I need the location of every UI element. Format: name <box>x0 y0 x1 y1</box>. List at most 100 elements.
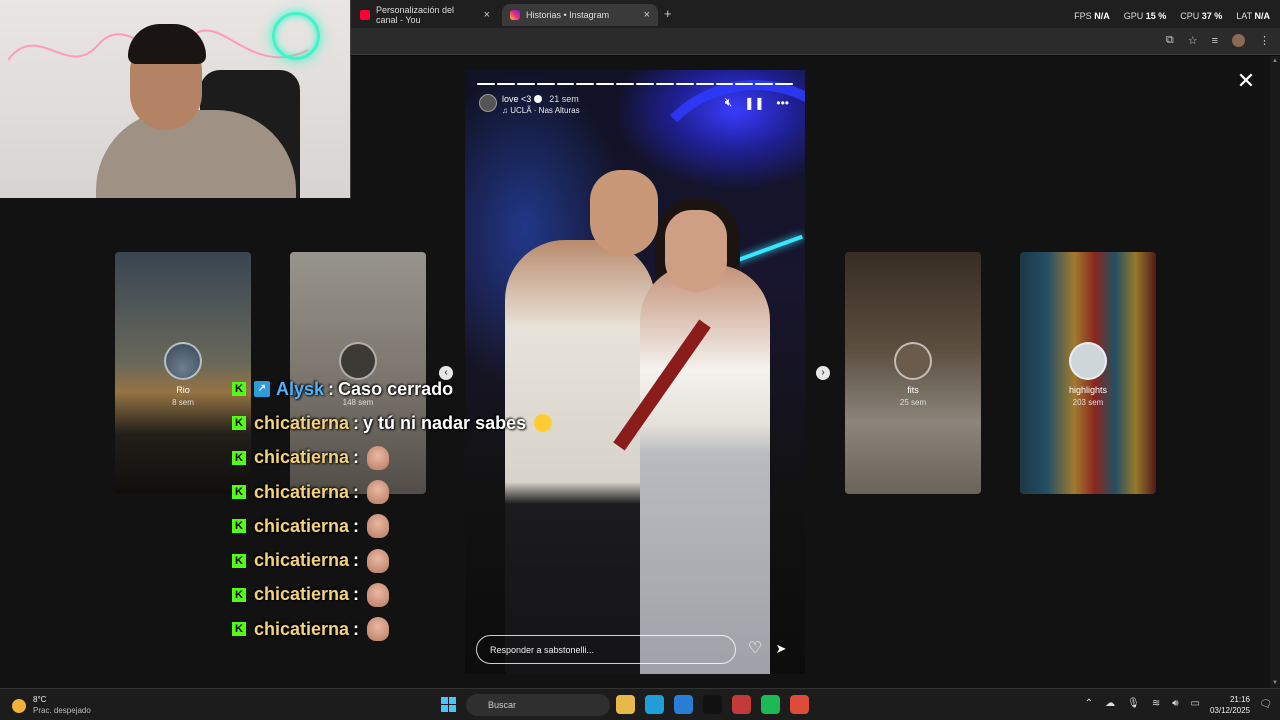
kick-logo-icon: K <box>232 587 246 602</box>
wifi-icon[interactable]: ≋ <box>1152 698 1160 709</box>
mute-icon[interactable]: 🔇︎ <box>725 95 733 110</box>
menu-kebab-icon[interactable]: ⋮ <box>1259 34 1270 47</box>
chat-separator: : <box>353 481 360 502</box>
gpu-stat: GPU 15 % <box>1123 11 1167 21</box>
music-icon: ♫ <box>502 106 511 115</box>
microphone-icon[interactable]: 🎙︎ <box>1127 698 1140 709</box>
chat-text: y tú ni nadar sabes <box>363 412 527 433</box>
scroll-down-icon[interactable]: ▼ <box>1272 680 1278 686</box>
bookmark-star-icon[interactable]: ☆ <box>1188 34 1198 47</box>
preview-name: Rio <box>176 385 190 395</box>
cloud-icon[interactable]: ☁ <box>1105 698 1115 709</box>
chat-username: chicatierna <box>254 481 350 502</box>
page-scrollbar[interactable]: ▲ ▼ <box>1270 56 1280 688</box>
next-story-button[interactable]: › <box>816 366 830 380</box>
close-tab-icon[interactable]: × <box>644 9 650 21</box>
close-tab-icon[interactable]: × <box>484 9 490 21</box>
chat-separator: : <box>353 550 360 571</box>
store-icon[interactable] <box>674 695 693 714</box>
story-controls: 🔇︎ ❚❚ ••• <box>725 95 789 110</box>
weather-temp: 8°C <box>33 695 47 704</box>
story-preview-rio[interactable]: Rio 8 sem <box>115 252 251 494</box>
yahoo-icon[interactable] <box>703 695 722 714</box>
file-explorer-icon[interactable] <box>616 695 635 714</box>
taskbar-search-input[interactable] <box>466 694 610 716</box>
chat-message: Kchicatierna: <box>232 509 552 543</box>
chrome-icon[interactable] <box>790 695 809 714</box>
face-emote-icon <box>367 582 390 607</box>
install-app-icon[interactable]: ⧉ <box>1166 34 1174 47</box>
more-options-icon[interactable]: ••• <box>776 96 789 110</box>
chat-separator: : <box>353 447 360 468</box>
preview-time: 203 sem <box>1072 398 1104 407</box>
story-username[interactable]: love <3 <box>502 94 531 104</box>
chat-username: chicatierna <box>254 550 350 571</box>
performance-overlay: FPS N/A GPU 15 % CPU 37 % LAT N/A <box>1074 11 1270 21</box>
notifications-icon[interactable]: 🗨︎ <box>1259 699 1272 710</box>
battery-icon[interactable]: ▭ <box>1191 698 1200 709</box>
progress-segment <box>556 83 575 85</box>
tab-instagram[interactable]: Historias • Instagram × <box>502 4 658 26</box>
chat-separator: : <box>328 378 335 399</box>
progress-segment <box>755 83 774 85</box>
story-photo-person <box>590 170 658 256</box>
new-tab-button[interactable]: + <box>664 6 672 21</box>
chat-message: Kchicatierna: <box>232 578 552 612</box>
progress-segment <box>775 83 793 85</box>
kick-logo-icon: K <box>232 485 246 500</box>
app-icon[interactable] <box>732 695 751 714</box>
taskbar-clock[interactable]: 21:16 03/12/2025 <box>1210 694 1250 716</box>
tab-title: Historias • Instagram <box>526 10 610 20</box>
chat-username: chicatierna <box>254 447 350 468</box>
preview-avatar <box>1069 342 1107 380</box>
face-emote-icon <box>367 617 390 642</box>
face-emote-icon <box>367 548 390 573</box>
face-emote-icon <box>367 514 390 539</box>
chat-message: Kchicatierna: <box>232 543 552 577</box>
neon-smiley-icon <box>272 12 320 60</box>
chat-text: Caso cerrado <box>338 378 454 399</box>
stream-chat-overlay: K ↗ Alysk: Caso cerrado Kchicatierna: y tú ni… <box>232 372 553 646</box>
preview-time: 25 sem <box>899 398 927 407</box>
screen: Personalización del canal - You × Histor… <box>0 0 1280 720</box>
story-preview-highlights[interactable]: highlights 203 sem <box>1020 252 1156 494</box>
volume-icon[interactable]: 🔊︎ <box>1172 698 1178 709</box>
clock-time: 21:16 <box>1229 695 1250 704</box>
preview-avatar <box>894 342 932 380</box>
pause-icon[interactable]: ❚❚ <box>744 96 764 110</box>
tab-youtube[interactable]: Personalización del canal - You × <box>352 4 498 26</box>
tool-badge-icon: ↗ <box>254 381 270 398</box>
preview-avatar <box>164 342 202 380</box>
send-icon[interactable]: ➤ <box>772 640 790 658</box>
story-music[interactable]: ♫ UCLÃ · Nas Alturas <box>502 106 580 115</box>
chat-separator: : <box>353 412 360 433</box>
spotify-icon[interactable] <box>761 695 780 714</box>
chat-username: chicatierna <box>254 515 350 536</box>
chat-separator: : <box>353 515 360 536</box>
progress-segment <box>715 83 734 85</box>
profile-avatar-icon[interactable] <box>1232 34 1245 47</box>
edge-icon[interactable] <box>645 695 664 714</box>
windows-taskbar: 8°C Prac. despejado ⌕ ⌃ ☁ 🎙︎ ≋ 🔊︎ ▭ 21:1… <box>0 688 1280 720</box>
chat-username: chicatierna <box>254 412 350 433</box>
progress-segment <box>655 83 674 85</box>
lat-stat: LAT N/A <box>1236 11 1270 21</box>
progress-segment <box>576 83 595 85</box>
face-emote-icon <box>367 445 390 470</box>
progress-segment <box>675 83 694 85</box>
chat-username: chicatierna <box>254 584 350 605</box>
progress-segment <box>477 83 495 85</box>
weather-desc: Prac. despejado <box>33 706 91 715</box>
like-heart-icon[interactable]: ♡ <box>746 640 764 658</box>
chevron-up-icon[interactable]: ⌃ <box>1085 698 1093 709</box>
kick-logo-icon: K <box>232 519 246 534</box>
story-preview-fits[interactable]: fits 25 sem <box>845 252 981 494</box>
kick-logo-icon: K <box>232 553 246 568</box>
windows-start-icon[interactable] <box>441 697 456 712</box>
verified-icon <box>534 95 543 103</box>
close-stories-button[interactable]: ✕ <box>1234 70 1258 94</box>
media-controls-icon[interactable]: ≡ <box>1212 35 1218 47</box>
scroll-up-icon[interactable]: ▲ <box>1272 58 1278 64</box>
cpu-stat: CPU 37 % <box>1180 11 1223 21</box>
story-user-avatar[interactable] <box>479 94 497 112</box>
